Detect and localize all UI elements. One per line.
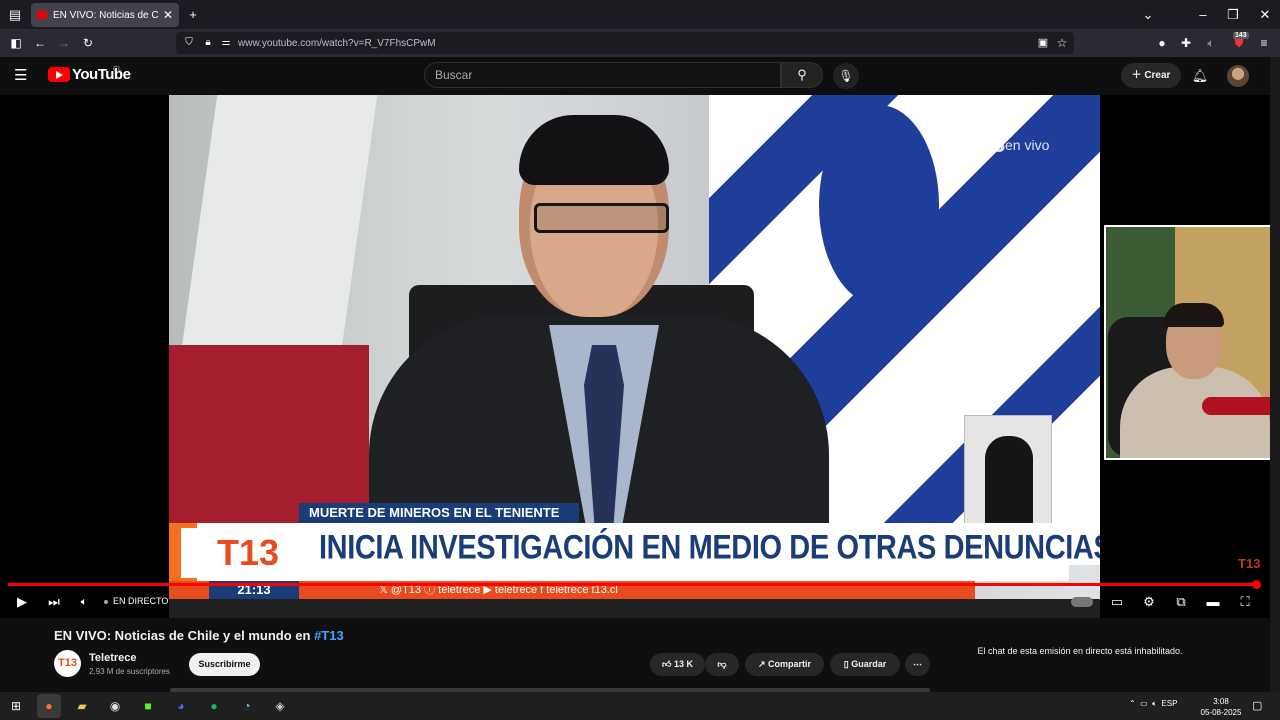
speaker-hair [519,115,669,185]
menu-icon[interactable]: ≡ [1252,29,1276,57]
windows-start-icon[interactable]: ⊞ [4,694,28,718]
extension-badge: 143 [1233,32,1249,39]
create-label: Crear [1144,70,1171,81]
taskbar-clock[interactable]: 3:08 05-08-2025 [1195,696,1247,718]
video-frame[interactable]: T13 en vivo T13 MUERTE DE MINEROS EN EL … [169,95,1100,618]
thumbs-down-icon: 👎︎ [717,659,727,669]
close-window-icon[interactable]: ✕ [1250,0,1280,29]
flag-emblem [819,105,939,305]
subscriber-count: 2,93 M de suscriptores [89,667,170,676]
reload-icon[interactable]: ↻ [76,29,100,57]
file-explorer-icon[interactable]: ▰ [70,694,94,718]
search-input[interactable]: Buscar [424,62,781,88]
save-button[interactable]: ▯ Guardar [830,653,900,676]
miniplayer-icon[interactable]: ⧉ [1167,586,1195,618]
next-icon[interactable]: ⏭︎ [40,586,68,618]
tab-title: EN VIVO: Noticias de Chile y el [53,9,159,21]
youtube-favicon-icon [37,11,47,19]
like-button[interactable]: 👍︎ 13 K [650,653,705,676]
more-actions-icon[interactable]: ⋯ [905,653,930,676]
settings-gear-icon[interactable]: ⚙ [1135,586,1163,618]
speaker-glasses [534,203,669,233]
theater-mode-icon[interactable]: ▬ [1199,586,1227,618]
flag-white [180,95,378,355]
dislike-button[interactable]: 👎︎ [705,653,739,676]
hashtag-link[interactable]: #T13 [314,628,344,643]
extensions-icon[interactable]: ✚ [1174,29,1198,57]
browser-tab-active[interactable]: EN VIVO: Noticias de Chile y el ✕ [31,3,179,27]
lower-third-headline: INICIA INVESTIGACIÓN EN MEDIO DE OTRAS D… [319,529,1100,567]
lower-third-category: MUERTE DE MINEROS EN EL TENIENTE [299,503,579,523]
search-icon: ⚲ [797,67,807,82]
search-button[interactable]: ⚲ [781,62,823,88]
clock-date: 05-08-2025 [1200,708,1242,717]
plus-icon: ＋ [1131,70,1145,81]
channel-avatar[interactable]: T13 [54,650,81,677]
save-label: Guardar [851,659,887,669]
autoplay-toggle[interactable] [1071,597,1093,607]
youtube-logo-icon[interactable] [48,67,70,82]
permissions-icon[interactable]: ⚌ [214,29,238,57]
share-label: Compartir [768,659,812,669]
share-icon: ↗ [757,659,769,669]
voice-search-mic-icon[interactable]: 🎙︎ [833,63,859,89]
language-indicator[interactable]: ESP [1161,699,1177,708]
like-count: 13 K [673,659,693,669]
minimize-window-icon[interactable]: – [1188,0,1218,29]
system-tray[interactable]: ⌃ ▭ 🔈︎ ESP [1129,699,1177,709]
subscribe-button[interactable]: Suscribirme [189,653,260,676]
url-text[interactable]: www.youtube.com/watch?v=R_V7FhsCPwM [238,38,436,49]
video-title: EN VIVO: Noticias de Chile y el mundo en… [54,628,344,643]
notifications-icon[interactable]: ▢ [1252,699,1262,712]
account-icon[interactable]: ● [1150,29,1174,57]
close-tab-icon[interactable]: ✕ [163,8,173,22]
lower-third-brand: T13 [181,528,291,578]
sign-language-interpreter [964,415,1052,526]
corner-channel-logo: T13 [1238,556,1261,571]
steam-icon[interactable]: ◔ [235,694,259,718]
play-icon[interactable]: ▶ [8,586,36,618]
fullscreen-icon[interactable]: ⛶ [1231,586,1259,618]
channel-watermark: T13 [964,131,1006,158]
video-title-text: EN VIVO: Noticias de Chile y el mundo en [54,628,315,643]
share-button[interactable]: ↗ Compartir [745,653,824,676]
tab-overflow-chevron-icon[interactable]: ⌄ [1133,0,1163,29]
user-avatar[interactable] [1227,65,1249,87]
sidebar-toggle-icon[interactable]: ◧ [4,29,28,57]
hamburger-menu-icon[interactable]: ☰ [14,66,27,84]
forward-icon[interactable]: → [52,29,76,57]
live-indicator[interactable]: EN DIRECTO [104,596,168,606]
subtitles-icon[interactable]: ▭ [1103,586,1131,618]
bookmark-star-icon[interactable]: ☆ [1050,29,1074,57]
new-tab-icon[interactable]: + [178,0,208,29]
page-scrollbar[interactable] [1270,57,1280,697]
restore-window-icon[interactable]: ❐ [1218,0,1248,29]
app-icon[interactable]: ◈ [268,694,292,718]
country-code: CL [113,66,122,73]
volume-icon[interactable]: 🔈︎ [70,586,98,618]
spotify-icon[interactable]: ● [202,694,226,718]
speaker-icon[interactable]: 🔈︎ [1199,29,1223,57]
chat-disabled-message: El chat de esta emisión en directo está … [977,646,1183,656]
clock-time: 3:08 [1213,697,1229,706]
obs-icon[interactable]: ◉ [103,694,127,718]
channel-watermark-sub: en vivo [1005,137,1050,153]
lower-third-strip [169,599,1100,618]
thumbs-up-icon: 👍︎ [662,659,674,669]
progress-bar[interactable] [8,583,1260,586]
kick-icon[interactable]: ■ [136,694,160,718]
discord-icon[interactable]: ◕ [169,694,193,718]
tab-list-icon[interactable]: ▤ [0,0,30,29]
streamer-webcam [1104,225,1280,460]
create-button[interactable]: ＋ Crear [1121,63,1181,88]
channel-name[interactable]: Teletrece [89,652,137,664]
notifications-bell-icon[interactable]: 🔔︎ [1189,63,1211,88]
back-icon[interactable]: ← [28,29,52,57]
firefox-icon[interactable]: ● [37,694,61,718]
